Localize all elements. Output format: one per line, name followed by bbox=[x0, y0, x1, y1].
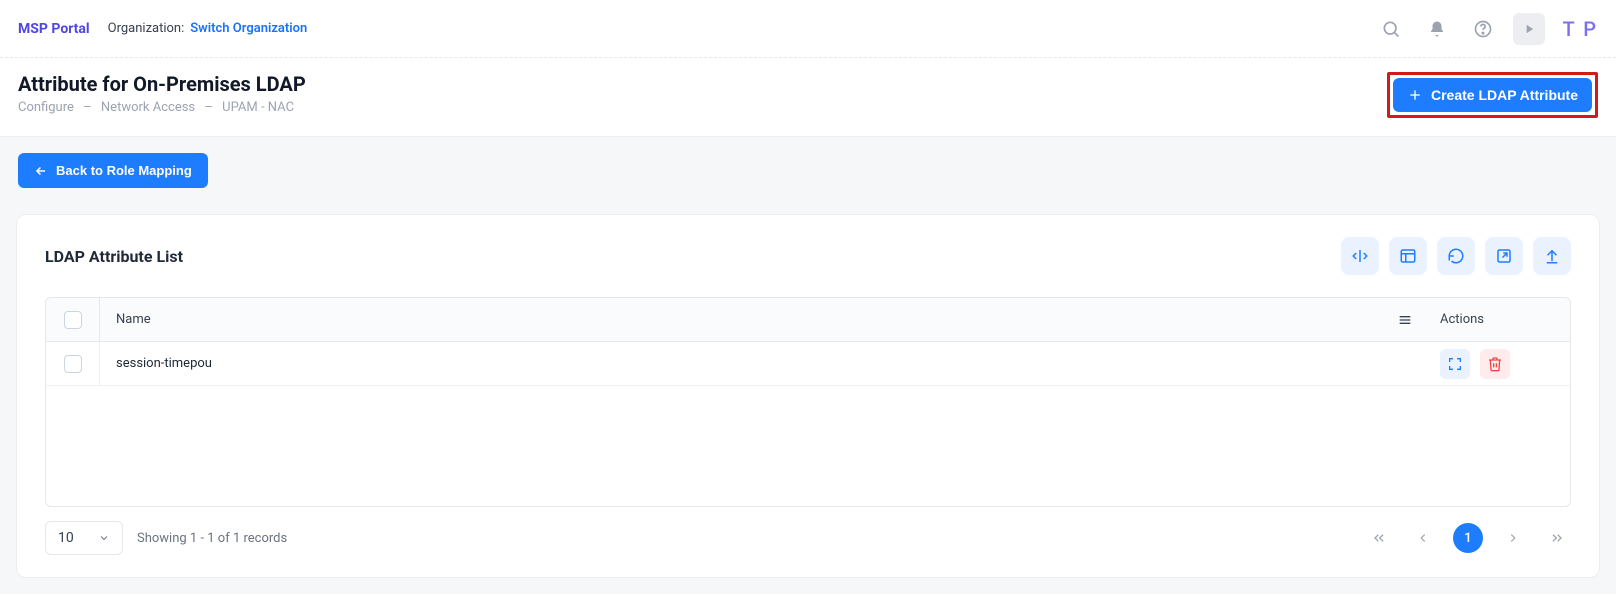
table-row: session-timepou bbox=[46, 342, 1570, 386]
column-header-actions: Actions bbox=[1430, 312, 1570, 327]
records-count: Showing 1 - 1 of 1 records bbox=[137, 531, 287, 546]
card-tools bbox=[1341, 237, 1571, 275]
chevron-down-icon bbox=[98, 532, 110, 544]
fit-columns-icon[interactable] bbox=[1341, 237, 1379, 275]
avatar[interactable]: T P bbox=[1559, 17, 1598, 41]
breadcrumb-item[interactable]: UPAM - NAC bbox=[222, 100, 294, 115]
video-icon[interactable] bbox=[1513, 13, 1545, 45]
bell-icon[interactable] bbox=[1421, 13, 1453, 45]
row-select-cell bbox=[46, 342, 100, 385]
trash-icon bbox=[1487, 356, 1503, 372]
refresh-icon[interactable] bbox=[1437, 237, 1475, 275]
back-to-role-mapping-button[interactable]: Back to Role Mapping bbox=[18, 153, 208, 188]
page-title: Attribute for On-Premises LDAP bbox=[18, 72, 306, 96]
ldap-attribute-table: Name Actions session-timepou bbox=[45, 297, 1571, 507]
create-button-label: Create LDAP Attribute bbox=[1431, 87, 1578, 103]
back-row: Back to Role Mapping bbox=[0, 137, 1616, 198]
row-checkbox[interactable] bbox=[64, 355, 82, 373]
help-icon[interactable] bbox=[1467, 13, 1499, 45]
organization-label: Organization: bbox=[108, 21, 185, 36]
table-header: Name Actions bbox=[46, 298, 1570, 342]
breadcrumb-sep: – bbox=[83, 100, 92, 115]
page-size-select[interactable]: 10 bbox=[45, 521, 123, 555]
page-header: Attribute for On-Premises LDAP Configure… bbox=[0, 58, 1616, 137]
card-header: LDAP Attribute List bbox=[45, 237, 1571, 275]
pager-last[interactable] bbox=[1543, 524, 1571, 552]
expand-row-button[interactable] bbox=[1440, 349, 1470, 379]
pager-first[interactable] bbox=[1365, 524, 1393, 552]
column-menu-icon[interactable] bbox=[1380, 312, 1430, 328]
plus-icon bbox=[1407, 87, 1423, 103]
expand-icon bbox=[1447, 356, 1463, 372]
ldap-attribute-card: LDAP Attribute List Name bbox=[16, 214, 1600, 578]
back-button-label: Back to Role Mapping bbox=[56, 163, 192, 178]
row-actions bbox=[1430, 349, 1570, 379]
search-icon[interactable] bbox=[1375, 13, 1407, 45]
column-header-name[interactable]: Name bbox=[100, 312, 1380, 327]
topbar-icons: T P bbox=[1375, 13, 1598, 45]
card-title: LDAP Attribute List bbox=[45, 247, 183, 266]
pagination: 1 bbox=[1365, 523, 1571, 553]
upload-icon[interactable] bbox=[1533, 237, 1571, 275]
arrow-left-icon bbox=[34, 164, 48, 178]
table-empty-space bbox=[46, 386, 1570, 506]
table-footer: 10 Showing 1 - 1 of 1 records 1 bbox=[45, 521, 1571, 555]
breadcrumb-sep: – bbox=[204, 100, 213, 115]
export-icon[interactable] bbox=[1485, 237, 1523, 275]
switch-organization-link[interactable]: Switch Organization bbox=[190, 21, 307, 36]
pager-next[interactable] bbox=[1499, 524, 1527, 552]
breadcrumb: Configure – Network Access – UPAM - NAC bbox=[18, 100, 306, 115]
breadcrumb-item[interactable]: Configure bbox=[18, 100, 74, 115]
brand-label: MSP Portal bbox=[18, 21, 90, 37]
page-size-value: 10 bbox=[58, 530, 74, 546]
pager-current[interactable]: 1 bbox=[1453, 523, 1483, 553]
delete-row-button[interactable] bbox=[1480, 349, 1510, 379]
select-all-checkbox[interactable] bbox=[64, 311, 82, 329]
create-ldap-attribute-button[interactable]: Create LDAP Attribute bbox=[1393, 78, 1592, 112]
select-all-cell bbox=[46, 298, 100, 341]
topbar: MSP Portal Organization: Switch Organiza… bbox=[0, 0, 1616, 58]
columns-icon[interactable] bbox=[1389, 237, 1427, 275]
pager-prev[interactable] bbox=[1409, 524, 1437, 552]
create-button-highlight: Create LDAP Attribute bbox=[1387, 72, 1598, 118]
row-name: session-timepou bbox=[100, 356, 1380, 371]
breadcrumb-item[interactable]: Network Access bbox=[101, 100, 195, 115]
